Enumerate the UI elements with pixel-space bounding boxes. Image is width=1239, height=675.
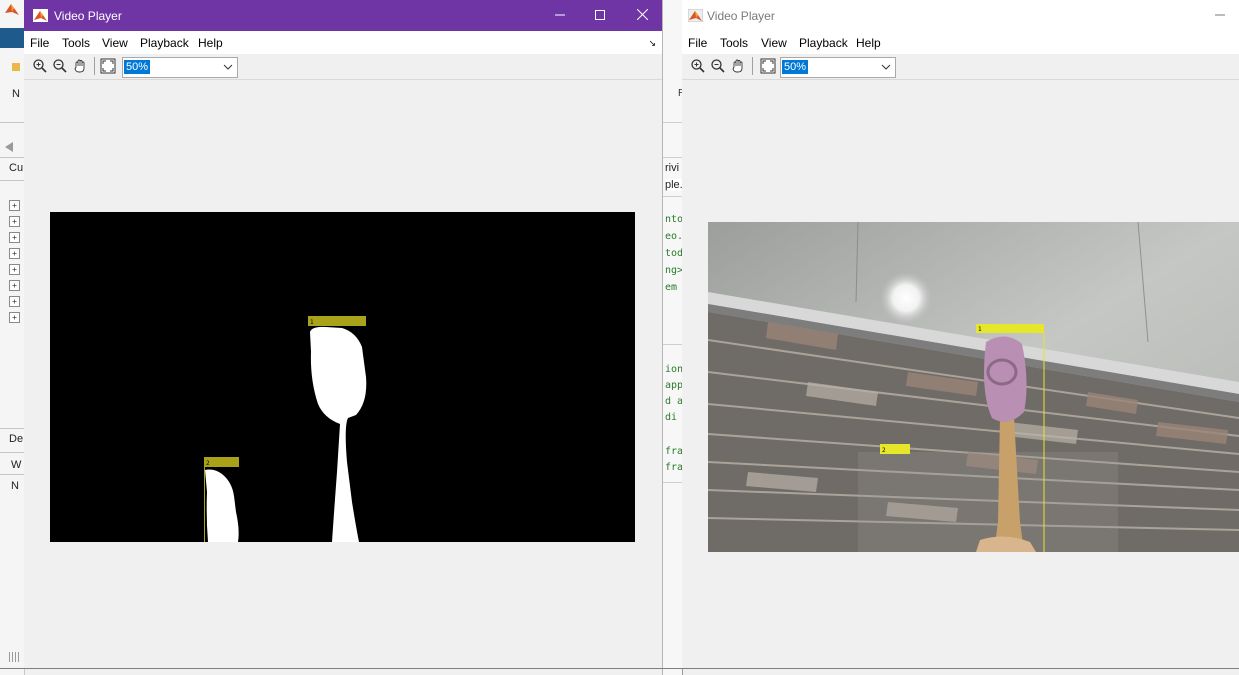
video-player-window-left: Video Player File Tools View Playback He… xyxy=(24,0,662,668)
title-bar[interactable]: Video Player xyxy=(24,0,662,31)
matlab-logo-icon xyxy=(33,9,48,22)
mask-image: 1 2 xyxy=(50,212,635,542)
details-label-fragment: De xyxy=(9,433,24,445)
video-frame-binary-mask: 1 2 xyxy=(50,212,635,542)
menu-help[interactable]: Help xyxy=(198,36,223,50)
pan-hand-icon[interactable] xyxy=(730,58,746,74)
toolbar-dock-arrow-icon[interactable]: ↘ xyxy=(648,38,656,49)
code-line-fragment: ng> xyxy=(665,265,682,276)
code-line-fragment: em xyxy=(665,282,678,293)
title-bar[interactable]: Video Player xyxy=(682,0,1239,31)
svg-text:2: 2 xyxy=(206,460,210,467)
tree-expand-icon[interactable]: + xyxy=(9,200,20,211)
folder-icon xyxy=(12,63,20,71)
window-title: Video Player xyxy=(54,9,122,23)
fit-to-window-icon[interactable] xyxy=(100,58,116,74)
minimize-icon xyxy=(1215,14,1225,16)
menu-view[interactable]: View xyxy=(102,36,128,50)
minimize-button[interactable] xyxy=(550,6,570,26)
zoom-select[interactable]: 50% xyxy=(122,57,238,78)
zoom-value: 50% xyxy=(124,60,151,74)
tree-expand-icon[interactable]: + xyxy=(9,216,20,227)
menu-bar: File Tools View Playback Help ↘ xyxy=(24,31,662,54)
video-frame-camera: 1 2 xyxy=(708,222,1239,552)
screen-bottom-edge xyxy=(0,668,1239,669)
code-line-fragment: fra xyxy=(665,462,682,473)
pan-hand-icon[interactable] xyxy=(72,58,88,74)
svg-text:1: 1 xyxy=(310,319,314,326)
window-title: Video Player xyxy=(707,9,775,23)
toolbar: 50% xyxy=(682,54,1239,80)
svg-text:2: 2 xyxy=(882,447,886,454)
tree-expand-icon[interactable]: + xyxy=(9,312,20,323)
menu-playback[interactable]: Playback xyxy=(799,36,848,50)
menu-file[interactable]: File xyxy=(688,36,707,50)
tree-expand-icon[interactable]: + xyxy=(9,232,20,243)
fit-to-window-icon[interactable] xyxy=(760,58,776,74)
tree-expand-icon[interactable]: + xyxy=(9,264,20,275)
code-line-fragment: tod xyxy=(665,248,682,259)
code-line-fragment: fra xyxy=(665,446,682,457)
svg-text:1: 1 xyxy=(978,326,982,333)
zoom-in-icon[interactable] xyxy=(690,58,706,74)
ribbon-strip xyxy=(0,28,24,48)
code-line-fragment: nto xyxy=(665,214,682,225)
code-line-fragment: di xyxy=(665,412,678,423)
close-button[interactable] xyxy=(632,6,652,26)
workspace-name-fragment: N xyxy=(11,480,19,492)
background-editor-window: R rivi ple. nto eo. tod ng> em ion app d… xyxy=(662,0,685,675)
maximize-button[interactable] xyxy=(590,6,610,26)
code-line-fragment: ion xyxy=(665,364,682,375)
tree-expand-icon[interactable]: + xyxy=(9,296,20,307)
editor-tab-fragment[interactable]: rivi xyxy=(665,162,679,174)
back-arrow-icon[interactable] xyxy=(5,142,13,152)
close-icon xyxy=(636,8,648,21)
matlab-logo-icon xyxy=(688,9,703,22)
resize-grip-icon[interactable] xyxy=(9,652,21,662)
code-line-fragment: eo. xyxy=(665,231,682,242)
menu-view[interactable]: View xyxy=(761,36,787,50)
background-matlab-window-left: N Cu + + + + + + + + De W N xyxy=(0,0,25,675)
menu-bar: File Tools View Playback Help xyxy=(682,31,1239,54)
chevron-down-icon xyxy=(881,64,891,70)
zoom-value: 50% xyxy=(782,60,809,74)
matlab-logo-icon xyxy=(5,4,19,15)
minimize-button[interactable] xyxy=(1210,6,1230,26)
menu-tools[interactable]: Tools xyxy=(720,36,748,50)
toolbar: 50% xyxy=(24,54,662,80)
zoom-in-icon[interactable] xyxy=(32,58,48,74)
menu-file[interactable]: File xyxy=(30,36,49,50)
zoom-select[interactable]: 50% xyxy=(780,57,896,78)
code-line-fragment: d a xyxy=(665,396,682,407)
tree-expand-icon[interactable]: + xyxy=(9,248,20,259)
menu-help[interactable]: Help xyxy=(856,36,881,50)
chevron-down-icon xyxy=(223,64,233,70)
camera-image: 1 2 xyxy=(708,222,1239,552)
menu-playback[interactable]: Playback xyxy=(140,36,189,50)
maximize-icon xyxy=(595,10,605,20)
current-folder-label-fragment: Cu xyxy=(9,162,24,174)
code-line-fragment: app xyxy=(665,380,682,391)
minimize-icon xyxy=(555,14,565,16)
workspace-label-fragment: W xyxy=(11,459,22,471)
zoom-out-icon[interactable] xyxy=(710,58,726,74)
ribbon-label-fragment: N xyxy=(12,88,20,100)
zoom-out-icon[interactable] xyxy=(52,58,68,74)
video-player-window-right: Video Player File Tools View Playback He… xyxy=(682,0,1239,668)
editor-tab-fragment-active[interactable]: ple. xyxy=(665,179,683,191)
menu-tools[interactable]: Tools xyxy=(62,36,90,50)
tree-expand-icon[interactable]: + xyxy=(9,280,20,291)
